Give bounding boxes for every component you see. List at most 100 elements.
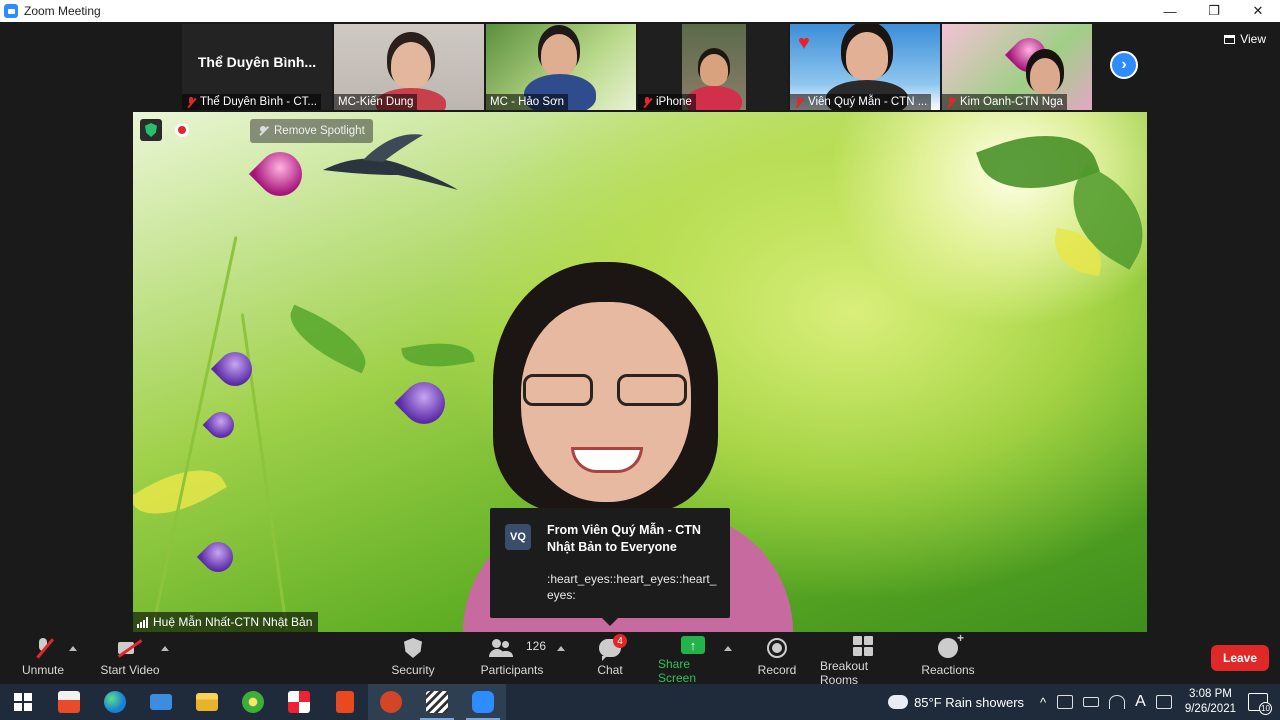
view-button[interactable]: View <box>1224 32 1266 46</box>
powerpoint-icon <box>380 691 402 713</box>
share-screen-button[interactable]: ↑ Share Screen <box>658 636 728 685</box>
input-language-indicator[interactable]: A <box>1135 693 1146 711</box>
participant-tile[interactable]: ♥ Viên Quý Mẫn - CTN ... <box>790 24 940 110</box>
taskbar-office[interactable] <box>322 684 368 720</box>
taskbar-zoom[interactable] <box>460 684 506 720</box>
notification-center-icon[interactable]: 10 <box>1248 693 1272 715</box>
leaf-decoration <box>401 336 475 374</box>
speaker-glasses <box>523 374 691 408</box>
mail-icon <box>150 694 172 710</box>
participants-button[interactable]: 126 Participants <box>478 636 546 682</box>
breakout-rooms-icon <box>853 636 873 656</box>
store-icon <box>58 691 80 713</box>
folder-icon <box>196 693 218 711</box>
start-video-button[interactable]: Start Video <box>98 636 162 682</box>
reactions-button[interactable]: Reactions <box>921 631 975 682</box>
zoom-app-icon <box>4 4 18 18</box>
audio-options-caret[interactable] <box>69 646 77 651</box>
participant-tile[interactable]: MC - Hảo Sơn <box>486 24 636 110</box>
taskbar-file-explorer[interactable] <box>184 684 230 720</box>
taskbar-mail[interactable] <box>138 684 184 720</box>
chevron-right-icon: › <box>1121 56 1127 73</box>
wifi-icon[interactable] <box>1109 695 1126 709</box>
zoom-icon <box>472 691 494 713</box>
windows-taskbar: 85°F Rain showers ^ A 3:08 PM 9/26/2021 … <box>0 684 1280 720</box>
share-screen-label: Share Screen <box>658 657 697 685</box>
unpin-icon <box>258 126 268 136</box>
start-button[interactable] <box>0 684 46 720</box>
close-button[interactable]: ✕ <box>1236 0 1280 22</box>
participant-video <box>1030 58 1060 94</box>
tile-name-plate: Thể Duyên Bình - CT... <box>182 94 321 110</box>
battery-icon[interactable] <box>1083 697 1100 707</box>
participants-count: 126 <box>526 639 547 653</box>
participants-icon <box>489 639 513 657</box>
weather-text[interactable]: 85°F Rain showers <box>914 695 1024 710</box>
tile-label: iPhone <box>656 96 692 108</box>
ime-icon[interactable] <box>1155 695 1172 709</box>
tile-label: Kim Oanh-CTN Nga <box>960 96 1063 108</box>
breakout-rooms-button[interactable]: Breakout Rooms <box>820 636 906 687</box>
camera-off-icon <box>118 639 142 657</box>
share-screen-icon: ↑ <box>681 636 705 654</box>
participants-options-caret[interactable] <box>557 646 565 651</box>
participant-tile[interactable]: iPhone <box>638 24 788 110</box>
taskbar-video-editor[interactable] <box>414 684 460 720</box>
record-button[interactable]: Record <box>756 636 798 682</box>
chat-unread-badge: 4 <box>613 634 627 648</box>
taskbar-powerpoint[interactable] <box>368 684 414 720</box>
participants-label: Participants <box>480 663 544 677</box>
unmute-label: Unmute <box>21 663 65 677</box>
taskbar-edge[interactable] <box>92 684 138 720</box>
clock[interactable]: 3:08 PM 9/26/2021 <box>1185 687 1236 717</box>
taskbar-store[interactable] <box>46 684 92 720</box>
chat-button[interactable]: 4 Chat <box>594 634 627 682</box>
chat-message-text: :heart_eyes::heart_eyes::heart_eyes: <box>547 572 717 602</box>
window-title: Zoom Meeting <box>24 4 101 18</box>
maximize-button[interactable]: ❐ <box>1192 0 1236 22</box>
weather-cloud-icon <box>888 690 909 709</box>
clock-date: 9/26/2021 <box>1184 703 1236 715</box>
security-shield-icon <box>404 638 422 658</box>
tray-overflow-caret[interactable]: ^ <box>1040 695 1046 710</box>
system-tray: 85°F Rain showers ^ A 3:08 PM 9/26/2021 … <box>888 684 1280 720</box>
tile-name-plate: MC-Kiến Dung <box>334 94 418 110</box>
tile-name-plate: Kim Oanh-CTN Nga <box>942 94 1067 110</box>
unmute-button[interactable]: Unmute <box>18 636 68 682</box>
taskbar-app-puzzle[interactable] <box>276 684 322 720</box>
mic-muted-icon <box>794 96 804 108</box>
view-grid-icon <box>1224 34 1236 44</box>
puzzle-app-icon <box>288 691 310 713</box>
remove-spotlight-button[interactable]: Remove Spotlight <box>250 119 373 143</box>
reactions-label: Reactions <box>921 663 975 677</box>
video-options-caret[interactable] <box>161 646 169 651</box>
mic-muted-icon <box>946 96 956 108</box>
view-label: View <box>1240 32 1266 46</box>
meeting-toolbar: Unmute Start Video Security 126 Particip… <box>0 631 1280 687</box>
clapperboard-icon <box>426 691 448 713</box>
window-controls: — ❐ ✕ <box>1148 0 1280 22</box>
chat-sender-line: From Viên Quý Mẫn - CTN Nhật Bản to Ever… <box>547 523 701 554</box>
notification-count: 10 <box>1259 702 1272 715</box>
remove-spotlight-label: Remove Spotlight <box>274 125 365 137</box>
record-icon <box>767 638 787 658</box>
leave-button[interactable]: Leave <box>1211 645 1269 671</box>
chat-notification[interactable]: VQ From Viên Quý Mẫn - CTN Nhật Bản to E… <box>490 508 730 626</box>
record-label: Record <box>757 663 797 677</box>
purple-flower-decoration <box>394 373 454 433</box>
participant-tile[interactable]: MC-Kiến Dung <box>334 24 484 110</box>
tile-label: Thể Duyên Bình - CT... <box>200 96 317 108</box>
security-label: Security <box>391 663 435 677</box>
purple-flower-decoration <box>196 535 240 579</box>
minimize-button[interactable]: — <box>1148 0 1192 22</box>
participant-video <box>846 32 888 80</box>
participant-tile[interactable]: Thể Duyên Bình... Thể Duyên Bình - CT... <box>182 24 332 110</box>
encryption-shield-icon[interactable] <box>140 119 162 141</box>
tray-app-icon[interactable] <box>1057 695 1074 709</box>
participant-tile[interactable]: Kim Oanh-CTN Nga <box>942 24 1092 110</box>
taskbar-app-green[interactable] <box>230 684 276 720</box>
security-button[interactable]: Security <box>388 636 438 682</box>
share-options-caret[interactable] <box>724 646 732 651</box>
next-page-button[interactable]: › <box>1110 51 1138 79</box>
chat-label: Chat <box>597 663 623 677</box>
